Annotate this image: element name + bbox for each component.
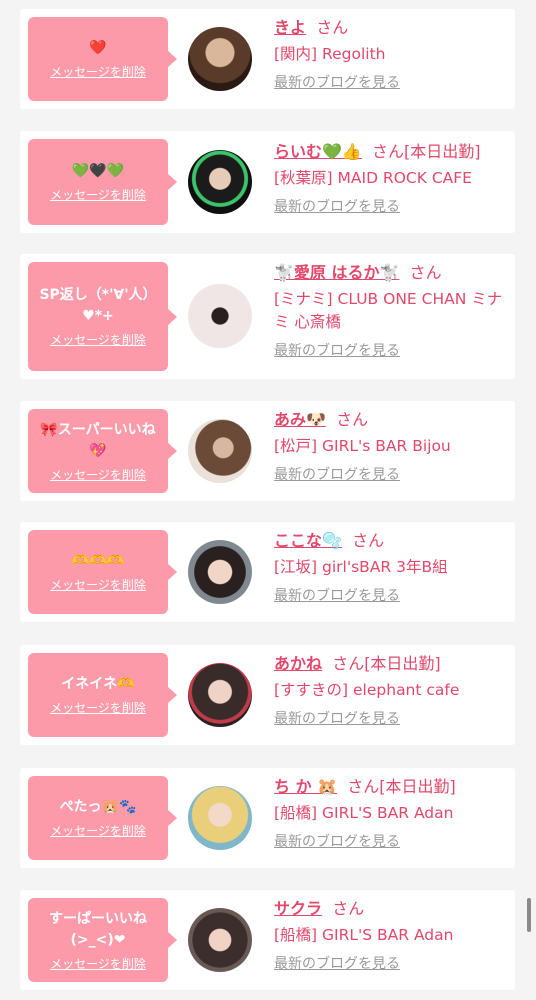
- message-bubble: 💚🖤💚 メッセージを削除: [28, 139, 177, 225]
- avatar[interactable]: [188, 786, 252, 850]
- avatar[interactable]: [188, 663, 252, 727]
- message-bubble: 🫶🫶🫶 メッセージを削除: [28, 530, 177, 614]
- avatar[interactable]: [188, 150, 252, 214]
- message-text: 🎀スーパーいいね💖: [40, 421, 156, 459]
- message-bubble: SP返し（*'∀'人）♥*+ メッセージを削除: [28, 262, 177, 371]
- name-suffix: さん: [352, 531, 385, 550]
- name-suffix: さん[本日出勤]: [332, 654, 441, 673]
- message-text: ❤️: [89, 40, 107, 56]
- list-item: イネイネ🫶 メッセージを削除 あかね さん[本日出勤] [すすきの] eleph…: [20, 645, 515, 745]
- list-item: ぺたっ🐹🐾 メッセージを削除 ち か 🐹 さん[本日出勤] [船橋] GIRL'…: [20, 768, 515, 868]
- shop-label: [松戸] GIRL's BAR Bijou: [274, 437, 451, 455]
- shop-label: [関内] Regolith: [274, 45, 386, 63]
- shop-label: [船橋] GIRL'S BAR Adan: [274, 804, 454, 822]
- latest-blog-link[interactable]: 最新のブログを見る: [274, 466, 509, 484]
- avatar[interactable]: [188, 908, 252, 972]
- shop-label: [船橋] GIRL'S BAR Adan: [274, 926, 454, 944]
- delete-message-link[interactable]: メッセージを削除: [50, 468, 146, 483]
- avatar[interactable]: [188, 27, 252, 91]
- list-item: ❤️ メッセージを削除 きよ さん [関内] Regolith 最新のブログを見…: [20, 9, 515, 109]
- latest-blog-link[interactable]: 最新のブログを見る: [274, 74, 509, 92]
- avatar[interactable]: [188, 284, 252, 348]
- avatar[interactable]: [188, 540, 252, 604]
- name-suffix: さん: [336, 410, 369, 429]
- latest-blog-link[interactable]: 最新のブログを見る: [274, 710, 509, 728]
- cast-name-link[interactable]: きよ: [274, 18, 306, 37]
- message-bubble: 🎀スーパーいいね💖 メッセージを削除: [28, 409, 177, 493]
- shop-label: [江坂] girl'sBAR 3年B組: [274, 558, 448, 576]
- latest-blog-link[interactable]: 最新のブログを見る: [274, 587, 509, 605]
- latest-blog-link[interactable]: 最新のブログを見る: [274, 833, 509, 851]
- shop-label: [すすきの] elephant cafe: [274, 681, 460, 699]
- list-item: すーぱーいいね(>_<)❤ メッセージを削除 サクラ さん [船橋] GIRL'…: [20, 890, 515, 990]
- delete-message-link[interactable]: メッセージを削除: [50, 65, 146, 80]
- latest-blog-link[interactable]: 最新のブログを見る: [274, 955, 509, 973]
- cast-name-link[interactable]: 🐩愛原 はるか🐩: [274, 263, 399, 282]
- message-text: ぺたっ🐹🐾: [59, 799, 137, 815]
- name-suffix: さん: [409, 263, 442, 282]
- list-item: 🫶🫶🫶 メッセージを削除 ここな🫧 さん [江坂] girl'sBAR 3年B組…: [20, 522, 515, 622]
- list-item: SP返し（*'∀'人）♥*+ メッセージを削除 🐩愛原 はるか🐩 さん [ミナミ…: [20, 254, 515, 379]
- list-item: 💚🖤💚 メッセージを削除 らいむ💚👍 さん[本日出勤] [秋葉原] MAID R…: [20, 131, 515, 233]
- list-item: 🎀スーパーいいね💖 メッセージを削除 あみ🐶 さん [松戸] GIRL's BA…: [20, 401, 515, 501]
- message-bubble: イネイネ🫶 メッセージを削除: [28, 653, 177, 737]
- message-bubble: ❤️ メッセージを削除: [28, 17, 177, 101]
- cast-name-link[interactable]: あみ🐶: [274, 410, 326, 429]
- message-text: SP返し（*'∀'人）♥*+: [39, 287, 157, 324]
- message-text: イネイネ🫶: [61, 676, 135, 692]
- message-text: 🫶🫶🫶: [71, 553, 125, 569]
- delete-message-link[interactable]: メッセージを削除: [50, 333, 146, 348]
- delete-message-link[interactable]: メッセージを削除: [50, 578, 146, 593]
- shop-label: [秋葉原] MAID ROCK CAFE: [274, 169, 472, 187]
- name-suffix: さん[本日出勤]: [347, 777, 456, 796]
- delete-message-link[interactable]: メッセージを削除: [50, 957, 146, 972]
- message-bubble: すーぱーいいね(>_<)❤ メッセージを削除: [28, 898, 177, 982]
- delete-message-link[interactable]: メッセージを削除: [50, 824, 146, 839]
- scrollbar[interactable]: [527, 898, 531, 932]
- name-suffix: さん: [332, 899, 365, 918]
- name-suffix: さん: [316, 18, 349, 37]
- message-text: すーぱーいいね(>_<)❤: [49, 910, 147, 948]
- avatar[interactable]: [188, 419, 252, 483]
- delete-message-link[interactable]: メッセージを削除: [50, 701, 146, 716]
- cast-name-link[interactable]: ち か 🐹: [274, 777, 337, 796]
- message-bubble: ぺたっ🐹🐾 メッセージを削除: [28, 776, 177, 860]
- latest-blog-link[interactable]: 最新のブログを見る: [274, 198, 509, 216]
- cast-name-link[interactable]: らいむ💚👍: [274, 142, 362, 161]
- cast-name-link[interactable]: あかね: [274, 654, 322, 673]
- name-suffix: さん[本日出勤]: [372, 142, 481, 161]
- shop-label: [ミナミ] CLUB ONE CHAN ミナミ 心斎橋: [274, 290, 503, 331]
- cast-name-link[interactable]: ここな🫧: [274, 531, 342, 550]
- message-text: 💚🖤💚: [71, 163, 125, 179]
- latest-blog-link[interactable]: 最新のブログを見る: [274, 342, 509, 360]
- delete-message-link[interactable]: メッセージを削除: [50, 188, 146, 203]
- cast-name-link[interactable]: サクラ: [274, 899, 322, 918]
